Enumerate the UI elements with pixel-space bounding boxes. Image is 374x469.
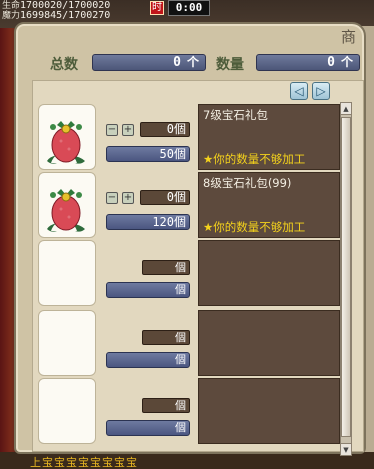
item-warning: ★你的数量不够加工 xyxy=(203,220,306,234)
total-label: 总数 xyxy=(50,57,78,73)
item-warning: ★你的数量不够加工 xyxy=(203,152,306,166)
item-description: 8级宝石礼包(99) ★你的数量不够加工 xyxy=(198,172,340,238)
owned-count: 120個 xyxy=(106,214,190,230)
increase-button[interactable]: + xyxy=(122,124,134,136)
craft-quantity-input[interactable]: 0個 xyxy=(140,190,190,205)
scroll-down-icon[interactable]: ▼ xyxy=(341,443,351,455)
mp-label: 魔力 xyxy=(2,11,21,21)
owned-count: 50個 xyxy=(106,146,190,162)
quantity-sort-button[interactable]: 个 xyxy=(341,55,353,70)
owned-count: 個 xyxy=(106,420,190,436)
crafting-panel: 商 总数 0 个 数量 0 个 ◁ ▷ − + 0個 50個 7级宝石礼包 ★你… xyxy=(14,22,366,456)
bottom-chat-text: 上宝宝宝宝宝宝宝宝 xyxy=(30,456,138,469)
craft-quantity-input[interactable]: 個 xyxy=(142,330,190,345)
gem-gift-bag-icon xyxy=(47,121,85,164)
craft-quantity-input[interactable]: 個 xyxy=(142,260,190,275)
scroll-thumb[interactable] xyxy=(341,117,351,437)
increase-button[interactable]: + xyxy=(122,192,134,204)
craft-quantity-input[interactable]: 0個 xyxy=(140,122,190,137)
total-value: 0 xyxy=(173,55,181,70)
item-description xyxy=(198,310,340,376)
total-sort-button[interactable]: 个 xyxy=(187,55,199,70)
item-name: 8级宝石礼包(99) xyxy=(203,176,292,190)
list-item[interactable]: 個 個 xyxy=(38,378,340,444)
decrease-button[interactable]: − xyxy=(106,192,118,204)
item-icon-slot[interactable] xyxy=(38,240,96,306)
time-badge: 时 xyxy=(150,1,164,15)
item-description xyxy=(198,240,340,306)
owned-count: 個 xyxy=(106,282,190,298)
item-name: 7级宝石礼包 xyxy=(203,108,268,122)
gem-gift-bag-icon xyxy=(47,189,85,232)
next-page-button[interactable]: ▷ xyxy=(312,82,330,100)
list-item[interactable]: 個 個 xyxy=(38,310,340,376)
item-icon-slot[interactable] xyxy=(38,378,96,444)
quantity-label: 数量 xyxy=(216,57,244,73)
game-clock: 0:00 xyxy=(168,0,210,16)
list-scrollbar[interactable]: ▲ ▼ xyxy=(340,102,352,456)
hp-label: 生命 xyxy=(2,1,21,11)
list-item[interactable]: 個 個 xyxy=(38,240,340,306)
list-item[interactable]: − + 0個 50個 7级宝石礼包 ★你的数量不够加工 xyxy=(38,104,340,170)
item-icon-slot[interactable] xyxy=(38,310,96,376)
list-item[interactable]: − + 0個 120個 8级宝石礼包(99) ★你的数量不够加工 xyxy=(38,172,340,238)
total-field[interactable]: 0 个 xyxy=(92,54,206,71)
item-description: 7级宝石礼包 ★你的数量不够加工 xyxy=(198,104,340,170)
decrease-button[interactable]: − xyxy=(106,124,118,136)
prev-page-button[interactable]: ◁ xyxy=(290,82,308,100)
item-icon-slot[interactable] xyxy=(38,104,96,170)
quantity-field[interactable]: 0 个 xyxy=(256,54,360,71)
craft-quantity-input[interactable]: 個 xyxy=(142,398,190,413)
owned-count: 個 xyxy=(106,352,190,368)
item-icon-slot[interactable] xyxy=(38,172,96,238)
item-description xyxy=(198,378,340,444)
panel-header: 总数 0 个 数量 0 个 xyxy=(30,52,360,74)
panel-title: 商 xyxy=(340,28,356,46)
quantity-value: 0 xyxy=(327,55,335,70)
mp-value: 1699845/1700270 xyxy=(20,10,111,21)
scroll-up-icon[interactable]: ▲ xyxy=(341,103,351,115)
mp-readout: 魔力1699845/1700270 xyxy=(2,10,111,22)
